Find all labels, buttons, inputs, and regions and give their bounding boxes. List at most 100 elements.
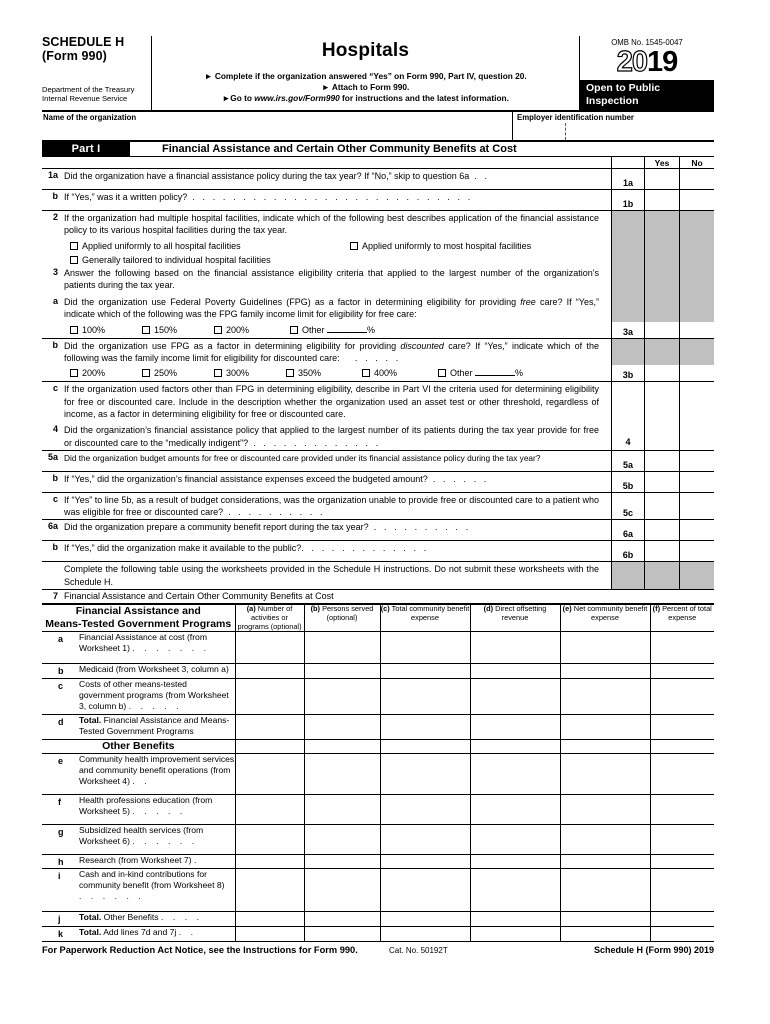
cell-k-b[interactable] (303, 926, 381, 943)
checkbox-icon[interactable] (70, 255, 78, 264)
question-3b-option-2[interactable]: 250% (142, 366, 214, 380)
cell-d-d[interactable] (469, 714, 561, 741)
checkbox-icon[interactable] (142, 369, 150, 378)
cell-a-a[interactable] (234, 631, 305, 665)
cell-j-c[interactable] (379, 911, 471, 928)
ein-field[interactable]: Employer identification number (513, 112, 714, 140)
checkbox-icon[interactable] (214, 369, 222, 378)
no-box-1b[interactable] (679, 190, 714, 210)
cell-i-b[interactable] (303, 868, 381, 913)
cell-a-c[interactable] (379, 631, 471, 665)
yes-box-5a[interactable] (644, 450, 679, 471)
checkbox-icon[interactable] (70, 241, 78, 250)
question-3a-option-other[interactable]: Other % (290, 325, 375, 335)
question-2-option-2[interactable]: Applied uniformly to most hospital facil… (350, 241, 531, 251)
cell-g-d[interactable] (469, 824, 561, 856)
no-box-3a[interactable] (679, 321, 714, 338)
cell-f-d[interactable] (469, 794, 561, 826)
question-3b-option-3[interactable]: 300% (214, 366, 286, 380)
cell-a-f[interactable] (649, 631, 714, 665)
cell-h-a[interactable] (234, 854, 305, 870)
question-3b-option-1[interactable]: 200% (70, 366, 142, 380)
cell-a-e[interactable] (559, 631, 651, 665)
cell-j-d[interactable] (469, 911, 561, 928)
cell-c-b[interactable] (303, 678, 381, 716)
cell-f-b[interactable] (303, 794, 381, 826)
cell-e-c[interactable] (379, 753, 471, 796)
no-box-1a[interactable] (679, 169, 714, 189)
cell-d-b[interactable] (303, 714, 381, 741)
checkbox-icon[interactable] (350, 241, 358, 250)
cell-j-a[interactable] (234, 911, 305, 928)
cell-g-b[interactable] (303, 824, 381, 856)
checkbox-icon[interactable] (214, 325, 222, 334)
cell-d-c[interactable] (379, 714, 471, 741)
no-box-3b[interactable] (679, 365, 714, 382)
cell-j-b[interactable] (303, 911, 381, 928)
cell-f-c[interactable] (379, 794, 471, 826)
cell-i-f[interactable] (649, 868, 714, 913)
cell-h-d[interactable] (469, 854, 561, 870)
no-box-5b[interactable] (679, 471, 714, 492)
cell-j-e[interactable] (559, 911, 651, 928)
question-3b-option-other[interactable]: Other % (438, 368, 523, 378)
cell-i-d[interactable] (469, 868, 561, 913)
cell-c-d[interactable] (469, 678, 561, 716)
cell-k-f[interactable] (649, 926, 714, 943)
cell-k-c[interactable] (379, 926, 471, 943)
cell-b-c[interactable] (379, 663, 471, 680)
cell-g-f[interactable] (649, 824, 714, 856)
question-3a-option-1[interactable]: 100% (70, 323, 142, 337)
cell-b-e[interactable] (559, 663, 651, 680)
question-2-option-3[interactable]: Generally tailored to individual hospita… (70, 255, 271, 265)
irs-url[interactable]: www.irs.gov/Form990 (254, 93, 339, 103)
no-box-4[interactable] (680, 436, 714, 450)
cell-h-b[interactable] (303, 854, 381, 870)
question-3b-other-input[interactable] (475, 375, 516, 377)
cell-c-f[interactable] (649, 678, 714, 716)
question-3a-option-3[interactable]: 200% (214, 323, 290, 337)
checkbox-icon[interactable] (70, 325, 78, 334)
cell-b-a[interactable] (234, 663, 305, 680)
yes-box-5c[interactable] (644, 492, 679, 520)
cell-i-c[interactable] (379, 868, 471, 913)
cell-j-f[interactable] (649, 911, 714, 928)
checkbox-icon[interactable] (290, 325, 298, 334)
no-box-6a[interactable] (679, 520, 714, 541)
yes-box-1b[interactable] (644, 190, 679, 210)
cell-h-f[interactable] (649, 854, 714, 870)
cell-e-b[interactable] (303, 753, 381, 796)
cell-f-e[interactable] (559, 794, 651, 826)
cell-d-f[interactable] (649, 714, 714, 741)
checkbox-icon[interactable] (142, 325, 150, 334)
cell-e-f[interactable] (649, 753, 714, 796)
cell-b-b[interactable] (303, 663, 381, 680)
yes-box-5b[interactable] (644, 471, 679, 492)
cell-f-f[interactable] (649, 794, 714, 826)
cell-b-d[interactable] (469, 663, 561, 680)
no-box-5c[interactable] (679, 492, 714, 520)
no-box-6b[interactable] (679, 541, 714, 562)
cell-g-a[interactable] (234, 824, 305, 856)
cell-k-e[interactable] (559, 926, 651, 943)
cell-c-c[interactable] (379, 678, 471, 716)
cell-h-e[interactable] (559, 854, 651, 870)
organization-name-field[interactable]: Name of the organization (42, 112, 513, 140)
yes-box-3b[interactable] (644, 365, 679, 382)
question-3b-option-5[interactable]: 400% (362, 366, 438, 380)
cell-a-d[interactable] (469, 631, 561, 665)
question-3a-option-2[interactable]: 150% (142, 323, 214, 337)
yes-box-1a[interactable] (644, 169, 679, 189)
checkbox-icon[interactable] (438, 369, 446, 378)
no-box-5a[interactable] (679, 450, 714, 471)
cell-e-e[interactable] (559, 753, 651, 796)
checkbox-icon[interactable] (286, 369, 294, 378)
cell-c-e[interactable] (559, 678, 651, 716)
cell-b-f[interactable] (649, 663, 714, 680)
cell-f-a[interactable] (234, 794, 305, 826)
checkbox-icon[interactable] (362, 369, 370, 378)
cell-d-a[interactable] (234, 714, 305, 741)
cell-k-d[interactable] (469, 926, 561, 943)
yes-box-3a[interactable] (644, 321, 679, 338)
cell-g-e[interactable] (559, 824, 651, 856)
